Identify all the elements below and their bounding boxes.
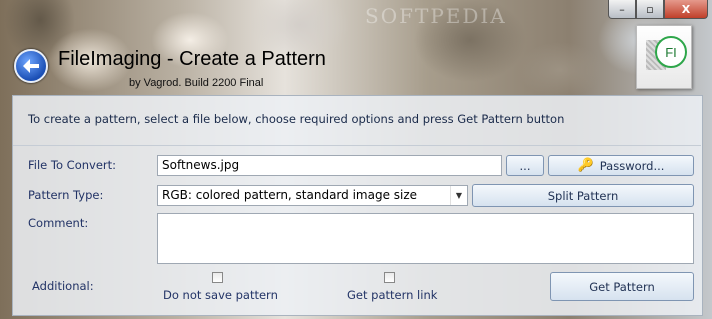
password-button[interactable]: 🔑 Password... (548, 155, 694, 176)
maximize-button[interactable]: ▫ (636, 0, 664, 19)
browse-button[interactable]: ... (506, 155, 544, 176)
intro-text: To create a pattern, select a file below… (28, 112, 565, 126)
pattern-type-value: RGB: colored pattern, standard image siz… (162, 188, 418, 202)
file-input[interactable]: Softnews.jpg (157, 155, 502, 176)
get-link-label: Get pattern link (347, 288, 438, 302)
divider (13, 145, 701, 146)
file-to-convert-label: File To Convert: (28, 158, 117, 172)
close-button[interactable]: X (664, 0, 708, 19)
back-arrow-icon (23, 59, 39, 73)
pattern-type-label: Pattern Type: (28, 188, 104, 202)
split-pattern-button[interactable]: Split Pattern (472, 184, 694, 207)
app-icon: FI (636, 25, 692, 89)
page-subtitle: by Vagrod. Build 2200 Final (129, 77, 264, 89)
app-badge: FI (655, 36, 687, 68)
get-link-checkbox[interactable] (384, 272, 395, 283)
key-icon: 🔑 (577, 158, 594, 173)
additional-label: Additional: (32, 279, 94, 293)
get-pattern-button[interactable]: Get Pattern (550, 272, 694, 301)
page-title: FileImaging - Create a Pattern (58, 48, 326, 70)
password-button-label: Password... (599, 158, 665, 173)
pattern-type-select[interactable]: RGB: colored pattern, standard image siz… (157, 185, 468, 206)
combo-arrow-icon[interactable]: ▼ (450, 186, 467, 205)
do-not-save-checkbox[interactable] (212, 272, 223, 283)
back-button[interactable] (14, 49, 48, 83)
minimize-button[interactable]: – (608, 0, 636, 19)
comment-label: Comment: (28, 216, 89, 230)
do-not-save-label: Do not save pattern (163, 288, 278, 302)
comment-textarea[interactable] (157, 213, 694, 264)
window-controls: – ▫ X (608, 0, 708, 19)
watermark: SOFTPEDIA (365, 4, 507, 28)
